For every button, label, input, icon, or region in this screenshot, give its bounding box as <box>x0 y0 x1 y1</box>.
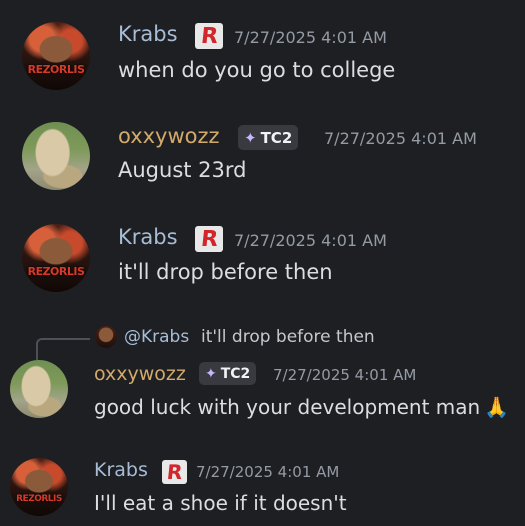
avatar[interactable]: REZORLIS <box>22 224 90 292</box>
message-text: I'll eat a shoe if it doesn't <box>94 491 347 515</box>
message-text: August 23rd <box>118 158 247 182</box>
timestamp: 7/27/2025 4:01 AM <box>196 463 340 481</box>
roblox-r-icon[interactable]: R <box>162 460 187 484</box>
timestamp: 7/27/2025 4:01 AM <box>234 28 387 47</box>
message-body: good luck with your development man <box>94 395 481 419</box>
reply-connector <box>36 338 90 360</box>
timestamp: 7/27/2025 4:01 AM <box>324 129 477 148</box>
message-text: good luck with your development man 🙏 <box>94 395 509 419</box>
roblox-r-icon[interactable]: R <box>195 226 223 252</box>
tag-label: TC2 <box>260 128 293 147</box>
timestamp: 7/27/2025 4:01 AM <box>234 231 387 250</box>
badge-letter: R <box>199 23 219 49</box>
avatar[interactable]: REZORLIS <box>22 22 90 90</box>
message-text: it'll drop before then <box>118 260 333 284</box>
sparkle-icon: ✦ <box>205 365 217 382</box>
author-name[interactable]: Krabs <box>94 459 148 481</box>
badge-letter: R <box>199 226 219 252</box>
roblox-r-icon[interactable]: R <box>195 23 223 49</box>
author-name[interactable]: Krabs <box>118 225 178 249</box>
timestamp: 7/27/2025 4:01 AM <box>273 366 417 384</box>
pray-emoji-icon[interactable]: 🙏 <box>484 395 509 419</box>
reply-avatar[interactable] <box>95 326 117 348</box>
server-tag[interactable]: ✦ TC2 <box>238 125 299 150</box>
author-name[interactable]: oxxywozz <box>94 363 186 385</box>
sparkle-icon: ✦ <box>244 128 257 147</box>
reply-mention[interactable]: @Krabs <box>124 327 189 347</box>
avatar[interactable] <box>22 122 90 190</box>
avatar-logo: REZORLIS <box>27 265 85 279</box>
avatar[interactable]: REZORLIS <box>10 458 68 516</box>
tag-label: TC2 <box>220 365 251 382</box>
author-name[interactable]: oxxywozz <box>118 124 220 148</box>
server-tag[interactable]: ✦ TC2 <box>199 362 257 385</box>
badge-letter: R <box>165 460 184 484</box>
message-text: when do you go to college <box>118 58 396 82</box>
reply-preview-text[interactable]: it'll drop before then <box>201 327 375 347</box>
author-name[interactable]: Krabs <box>118 22 178 46</box>
avatar[interactable] <box>10 360 68 418</box>
avatar-logo: REZORLIS <box>27 63 85 77</box>
avatar-logo: REZORLIS <box>16 494 62 505</box>
